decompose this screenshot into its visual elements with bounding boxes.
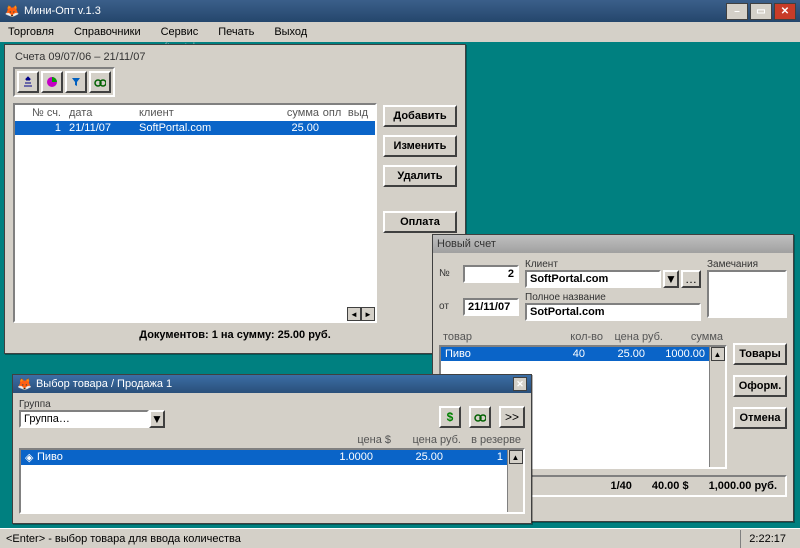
grid-scroll-right[interactable]: ► (361, 307, 375, 321)
delete-button[interactable]: Удалить (383, 165, 457, 187)
menu-exit[interactable]: Выход (270, 24, 311, 40)
accounts-window: Счета 09/07/06 – 21/11/07 № сч. дата (4, 44, 466, 354)
fullname-input[interactable]: SotPortal.com (525, 303, 701, 321)
pie-chart-icon (46, 76, 58, 88)
picker-find-button[interactable] (469, 406, 491, 428)
invoice-grid-scrollbar[interactable]: ▲ (709, 347, 725, 467)
menu-service[interactable]: Сервис (157, 24, 203, 40)
find-button[interactable] (89, 71, 111, 93)
invoice-grid-header: товар кол-во цена руб. сумма (439, 329, 727, 345)
accounts-summary: Документов: 1 на сумму: 25.00 руб. (13, 323, 457, 341)
group-combo[interactable]: Группа… (19, 410, 149, 428)
client-browse-button[interactable]: … (681, 270, 701, 288)
new-invoice-titlebar[interactable]: Новый счет (433, 235, 793, 253)
picker-icon: 🦊 (17, 377, 32, 391)
binoculars-icon (94, 76, 106, 88)
filter-button[interactable] (65, 71, 87, 93)
picker-grid-scrollbar[interactable]: ▲ (507, 450, 523, 512)
total-rub: 1,000.00 руб. (709, 480, 777, 492)
menu-refs[interactable]: Справочники (70, 24, 145, 40)
minimize-button[interactable]: – (726, 3, 748, 20)
picker-grid-header: цена $ цена руб. в резерве (19, 432, 525, 448)
total-count: 1/40 (610, 480, 631, 492)
app-title: Мини-Опт v.1.3 (24, 5, 101, 17)
status-bar: <Enter> - выбор товара для ввода количес… (0, 528, 800, 548)
make-button[interactable]: Оформ. (733, 375, 787, 397)
grid-scroll-left[interactable]: ◄ (347, 307, 361, 321)
edit-button[interactable]: Изменить (383, 135, 457, 157)
invoice-date-input[interactable]: 21/11/07 (463, 298, 519, 316)
status-hint: <Enter> - выбор товара для ввода количес… (6, 533, 241, 545)
app-icon: 🦊 (4, 3, 20, 19)
picker-next-button[interactable]: >> (499, 406, 525, 428)
menubar: Торговля Справочники Сервис Печать Выход (0, 22, 800, 42)
total-usd: 40.00 $ (652, 480, 689, 492)
invoice-item-row[interactable]: Пиво 40 25.00 1000.00 (441, 347, 709, 361)
cancel-button[interactable]: Отмена (733, 407, 787, 429)
sort-asc-button[interactable] (17, 71, 39, 93)
picker-close-button[interactable]: ✕ (513, 377, 527, 391)
chart-button[interactable] (41, 71, 63, 93)
sort-asc-icon (22, 76, 34, 88)
menu-print[interactable]: Печать (214, 24, 258, 40)
client-dropdown-button[interactable]: ▼ (663, 270, 679, 288)
filter-icon (70, 76, 82, 88)
picker-titlebar[interactable]: 🦊 Выбор товара / Продажа 1 ✕ (13, 375, 531, 393)
group-dropdown-button[interactable]: ▼ (149, 410, 165, 428)
product-picker-window: 🦊 Выбор товара / Продажа 1 ✕ Группа Груп… (12, 374, 532, 524)
accounts-grid-header: № сч. дата клиент сумма опл выд (15, 105, 375, 121)
main-titlebar: 🦊 Мини-Опт v.1.3 – ▭ ✕ (0, 0, 800, 22)
close-button[interactable]: ✕ (774, 3, 796, 20)
invoice-number-input[interactable]: 2 (463, 265, 519, 283)
accounts-row[interactable]: 1 21/11/07 SoftPortal.com 25.00 (15, 121, 375, 135)
picker-item-row[interactable]: ◈ Пиво 1.0000 25.00 1 (21, 450, 507, 465)
client-combo[interactable]: SoftPortal.com (525, 270, 661, 288)
add-button[interactable]: Добавить (383, 105, 457, 127)
currency-button[interactable]: $ (439, 406, 461, 428)
payment-button[interactable]: Оплата (383, 211, 457, 233)
goods-button[interactable]: Товары (733, 343, 787, 365)
accounts-toolbar (13, 67, 115, 97)
accounts-caption: Счета 09/07/06 – 21/11/07 (13, 49, 457, 67)
status-time: 2:22:17 (740, 530, 794, 548)
binoculars-icon (474, 411, 486, 423)
menu-trade[interactable]: Торговля (4, 24, 58, 40)
notes-input[interactable] (707, 270, 787, 318)
maximize-button[interactable]: ▭ (750, 3, 772, 20)
